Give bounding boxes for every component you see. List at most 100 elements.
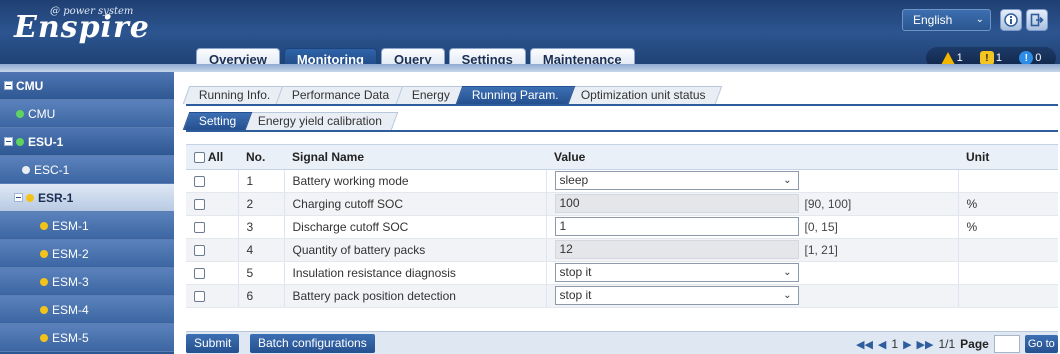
discharge-cutoff-soc-input[interactable]: 1 xyxy=(554,217,799,236)
row-checkbox[interactable] xyxy=(194,198,205,210)
info-icon xyxy=(1004,13,1018,27)
unit-cell: % xyxy=(958,215,1058,239)
device-tree: CMU CMU ESU-1 ESC-1 ESR-1 ESM-1 ESM-2 ES… xyxy=(0,72,174,354)
row-number: 5 xyxy=(238,261,285,285)
row-checkbox[interactable] xyxy=(194,290,205,302)
table-row: 2 Charging cutoff SOC 100 [90, 100] % xyxy=(186,192,1058,216)
status-dot-icon xyxy=(40,249,48,258)
tree-node-esm-4[interactable]: ESM-4 xyxy=(0,296,174,324)
info-alarm-count: 0 xyxy=(1035,52,1042,64)
nav-tab-monitoring[interactable]: Monitoring xyxy=(283,48,377,72)
column-header-value: Value xyxy=(546,145,959,170)
prev-page-icon[interactable]: ◀ xyxy=(878,338,886,351)
row-checkbox[interactable] xyxy=(194,244,205,256)
collapse-icon[interactable] xyxy=(4,81,13,90)
go-to-button[interactable]: Go to xyxy=(1024,335,1058,353)
help-button[interactable] xyxy=(1000,9,1022,31)
status-dot-icon xyxy=(40,333,48,342)
nav-tab-maintenance[interactable]: Maintenance xyxy=(529,48,635,72)
unit-cell xyxy=(958,238,1058,262)
page-count: 1/1 xyxy=(938,337,956,351)
tree-node-esm-5[interactable]: ESM-5 xyxy=(0,324,174,352)
tree-node-label: CMU xyxy=(16,78,44,93)
tree-node-esc-1[interactable]: ESC-1 xyxy=(0,156,174,184)
select-all-header[interactable]: All xyxy=(186,145,238,170)
row-checkbox[interactable] xyxy=(194,221,205,233)
tree-node-esm-1[interactable]: ESM-1 xyxy=(0,212,174,240)
chevron-down-icon: ⌄ xyxy=(975,14,984,25)
collapse-icon[interactable] xyxy=(14,193,23,202)
pagination: ◀◀ ◀ 1 ▶ ▶▶ 1/1 Page Go to xyxy=(856,335,1058,353)
alarm-summary[interactable]: 1 ! 1 ! 0 xyxy=(926,47,1056,69)
major-alarm[interactable]: 1 xyxy=(940,51,963,65)
signal-name: Charging cutoff SOC xyxy=(284,192,547,216)
row-checkbox[interactable] xyxy=(194,267,205,279)
info-circle-icon: ! xyxy=(1019,51,1034,65)
tree-node-label: ESR-1 xyxy=(38,190,74,205)
signal-table: All No. Signal Name Value Unit 1 Battery… xyxy=(186,144,1058,330)
tree-node-label: ESM-4 xyxy=(52,302,89,317)
battery-pack-quantity-value: 12 xyxy=(554,240,799,259)
table-row: 3 Discharge cutoff SOC 1 [0, 15] % xyxy=(186,215,1058,239)
minor-alarm[interactable]: ! 1 xyxy=(979,51,1003,65)
status-dot-icon xyxy=(26,193,34,202)
tree-node-label: ESM-1 xyxy=(52,218,89,233)
enspire-logo: @ power system Enspire xyxy=(14,6,174,50)
tab-optimization-unit-status[interactable]: Optimization unit status xyxy=(564,86,722,104)
logo-title: Enspire xyxy=(14,10,150,45)
tree-node-esu-1[interactable]: ESU-1 xyxy=(0,128,174,156)
subtab-setting[interactable]: Setting xyxy=(182,112,253,130)
value-range: [1, 21] xyxy=(804,242,838,257)
top-header: @ power system Enspire English ⌄ Overvie… xyxy=(0,0,1060,72)
tree-node-label: ESM-2 xyxy=(52,246,89,261)
column-header-unit: Unit xyxy=(958,145,1058,170)
collapse-icon[interactable] xyxy=(4,137,13,146)
unit-cell xyxy=(958,169,1058,193)
language-selector[interactable]: English ⌄ xyxy=(902,9,991,31)
page-number-input[interactable] xyxy=(993,335,1020,353)
subtab-energy-yield-calibration[interactable]: Energy yield calibration xyxy=(242,112,399,130)
language-label: English xyxy=(913,13,953,27)
tree-node-cmu[interactable]: CMU xyxy=(0,100,174,128)
tab-running-info[interactable]: Running Info. xyxy=(182,86,287,104)
row-checkbox[interactable] xyxy=(194,175,205,187)
insulation-resistance-diagnosis-select[interactable]: stop it ⌄ xyxy=(554,263,799,282)
batch-configurations-button[interactable]: Batch configurations xyxy=(250,334,375,353)
row-number: 4 xyxy=(238,238,285,262)
table-row: 6 Battery pack position detection stop i… xyxy=(186,284,1058,308)
tab-performance-data[interactable]: Performance Data xyxy=(276,86,407,104)
tree-node-label: CMU xyxy=(28,106,56,121)
submit-button[interactable]: Submit xyxy=(186,334,240,353)
chevron-down-icon: ⌄ xyxy=(783,175,792,186)
param-subtabs: Setting Energy yield calibration xyxy=(182,112,1058,132)
tree-node-esr-1[interactable]: ESR-1 xyxy=(0,184,174,212)
nav-tab-query[interactable]: Query xyxy=(380,48,445,72)
status-dot-icon xyxy=(16,137,24,146)
info-alarm[interactable]: ! 0 xyxy=(1019,51,1041,65)
tree-node-esm-3[interactable]: ESM-3 xyxy=(0,268,174,296)
select-all-checkbox[interactable] xyxy=(194,152,205,164)
battery-pack-position-detection-select[interactable]: stop it ⌄ xyxy=(554,286,799,305)
last-page-icon[interactable]: ▶▶ xyxy=(917,338,934,351)
page-label: Page xyxy=(960,337,989,351)
current-page: 1 xyxy=(891,337,899,351)
tree-node-esm-2[interactable]: ESM-2 xyxy=(0,240,174,268)
nav-tab-overview[interactable]: Overview xyxy=(196,48,280,72)
next-page-icon[interactable]: ▶ xyxy=(903,338,911,351)
row-number: 3 xyxy=(238,215,285,239)
charging-cutoff-soc-value: 100 xyxy=(554,194,799,213)
battery-working-mode-select[interactable]: sleep ⌄ xyxy=(554,171,799,190)
status-dot-icon xyxy=(16,109,24,118)
signal-name: Discharge cutoff SOC xyxy=(284,215,547,239)
row-number: 2 xyxy=(238,192,285,216)
first-page-icon[interactable]: ◀◀ xyxy=(856,338,873,351)
status-dot-icon xyxy=(40,305,48,314)
nav-tab-settings[interactable]: Settings xyxy=(448,48,526,72)
logout-button[interactable] xyxy=(1026,9,1048,31)
tab-running-param[interactable]: Running Param. xyxy=(455,86,575,104)
tree-node-label: ESM-3 xyxy=(52,274,89,289)
tree-node-cmu-group[interactable]: CMU xyxy=(0,72,174,100)
minor-alarm-count: 1 xyxy=(995,52,1003,64)
value-range: [90, 100] xyxy=(804,196,852,211)
unit-cell xyxy=(958,261,1058,285)
